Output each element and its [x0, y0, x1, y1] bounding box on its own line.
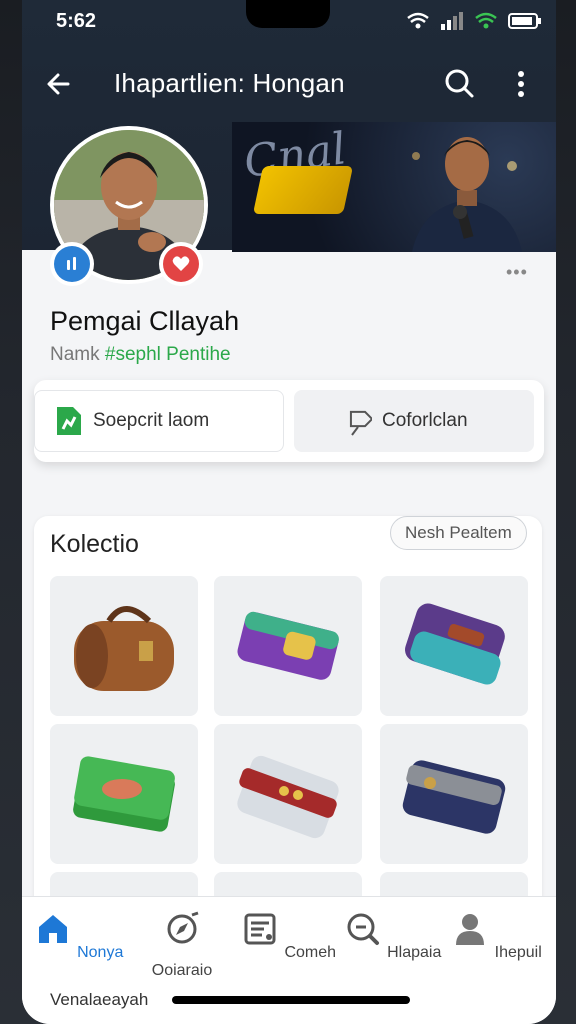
profile-name: Pemgai Cllayah: [50, 306, 240, 336]
primary-action-label: Soepcrit laom: [93, 410, 210, 431]
status-time: 5:62: [56, 10, 97, 32]
secondary-action-label: Coforlclan: [382, 410, 468, 431]
home-indicator[interactable]: [172, 996, 410, 1004]
profile-subtitle-prefix: Namk: [50, 344, 105, 365]
profile-icon: [456, 914, 485, 945]
nav-label-list: Comeh: [284, 944, 337, 961]
nav-label-profile: Ihepuil: [494, 944, 542, 961]
nav-label-search: Hlapaia: [387, 944, 442, 961]
home-icon: [38, 915, 67, 943]
nav-item-home[interactable]: Nonya: [28, 909, 128, 962]
footer-caption: Venalaeayah: [50, 990, 149, 1009]
verified-badge[interactable]: [50, 242, 94, 286]
collection-item-1[interactable]: [50, 576, 198, 716]
signal-icon: [441, 12, 463, 30]
search-icon[interactable]: [440, 66, 480, 102]
app-toolbar: Ihapartlien: Hongan: [22, 56, 556, 110]
search-icon: [347, 913, 379, 945]
nav-label-explore: Ooiaraio: [151, 962, 213, 979]
bag-icon: [74, 606, 174, 691]
primary-action-button[interactable]: Soepcrit laom: [34, 390, 284, 452]
list-icon: [244, 913, 276, 945]
camera-notch: [246, 0, 330, 28]
more-vertical-icon[interactable]: [506, 66, 536, 102]
collection-item-4[interactable]: [50, 724, 198, 864]
wallet-icon: [237, 611, 339, 680]
collection-item-2[interactable]: [214, 576, 362, 716]
heart-icon: [172, 256, 190, 271]
action-panel: Soepcrit laom Coforlclan: [34, 380, 544, 462]
nav-item-search[interactable]: Hlapaia: [342, 909, 442, 962]
collection-link-button[interactable]: Nesh Pealtem: [390, 516, 527, 550]
presenter-photo: [412, 137, 522, 252]
battery-icon: [508, 13, 541, 29]
status-bar: 5:62: [22, 0, 556, 44]
bars-icon: [67, 257, 76, 270]
document-icon: [57, 407, 81, 435]
back-arrow-icon[interactable]: [42, 66, 78, 102]
phone-screen: 5:62 Ihapartlien: Hongan Cnal ••• Pemgai…: [22, 0, 556, 1024]
collection-item-3[interactable]: [380, 576, 528, 716]
profile-more-icon[interactable]: •••: [506, 262, 528, 283]
cover-flag: [252, 166, 354, 214]
cover-image: Cnal: [232, 122, 556, 252]
profile-hashtag[interactable]: #sephl Pentihe: [105, 344, 231, 365]
wifi-green-icon: [475, 12, 497, 29]
wallet-icon: [73, 756, 175, 832]
nav-item-explore[interactable]: Ooiaraio: [132, 909, 232, 980]
favorite-badge[interactable]: [159, 242, 203, 286]
wifi-icon: [407, 12, 429, 29]
profile-subtitle: Namk #sephl Pentihe: [50, 344, 231, 366]
wallet-icon: [237, 755, 339, 839]
wallet-icon: [402, 760, 506, 834]
status-icons: [406, 12, 542, 30]
tag-icon: [349, 410, 372, 436]
secondary-action-button[interactable]: Coforlclan: [294, 390, 534, 452]
collection-card: Kolectio Nesh Pealtem: [34, 516, 542, 936]
wallet-icon: [405, 603, 505, 685]
collection-item-6[interactable]: [380, 724, 528, 864]
collection-title: Kolectio: [50, 530, 139, 558]
nav-label-home: Nonya: [77, 944, 124, 961]
nav-item-profile[interactable]: Ihepuil: [446, 909, 546, 962]
nav-item-list[interactable]: Comeh: [238, 909, 338, 962]
page-title: Ihapartlien: Hongan: [114, 68, 345, 98]
compass-icon: [167, 911, 199, 944]
collection-item-5[interactable]: [214, 724, 362, 864]
